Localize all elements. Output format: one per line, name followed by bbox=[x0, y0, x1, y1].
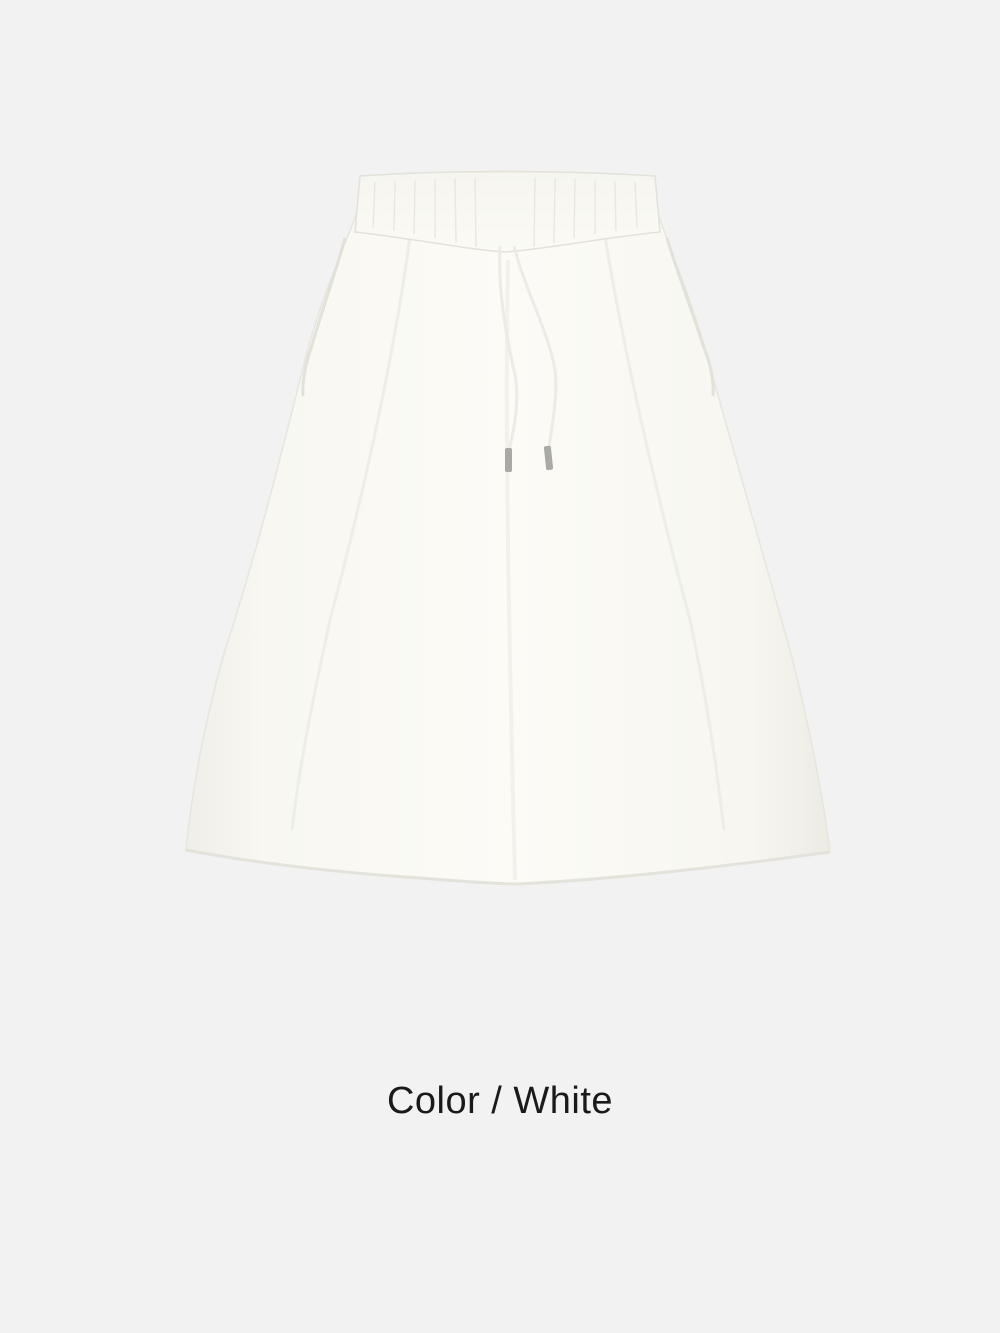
skirt-product-image bbox=[185, 170, 831, 886]
product-photo-area bbox=[0, 0, 1000, 1000]
color-caption: Color / White bbox=[386, 1080, 614, 1122]
drawstring-aglet bbox=[505, 448, 512, 472]
